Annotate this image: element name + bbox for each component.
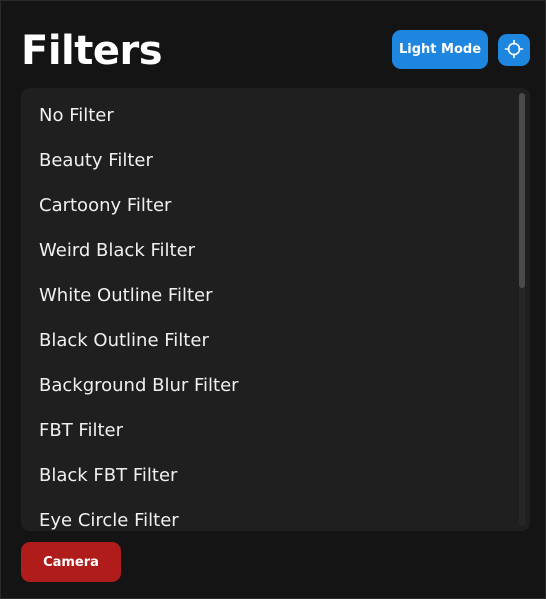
filter-list: No Filter Beauty Filter Cartoony Filter … [21, 93, 511, 531]
filter-item-weird-black[interactable]: Weird Black Filter [21, 228, 511, 273]
filter-item-white-outline[interactable]: White Outline Filter [21, 273, 511, 318]
filter-item-background-blur[interactable]: Background Blur Filter [21, 363, 511, 408]
app-window: Filters Light Mode No Filter Beauty Filt… [0, 0, 546, 599]
light-mode-button[interactable]: Light Mode [392, 30, 488, 69]
scrollbar-thumb[interactable] [519, 93, 525, 288]
filter-item-fbt[interactable]: FBT Filter [21, 408, 511, 453]
crosshair-icon [504, 39, 524, 62]
filter-item-black-fbt[interactable]: Black FBT Filter [21, 453, 511, 498]
filter-item-beauty[interactable]: Beauty Filter [21, 138, 511, 183]
scrollbar[interactable] [519, 93, 525, 526]
crosshair-button[interactable] [498, 34, 530, 66]
filter-item-black-outline[interactable]: Black Outline Filter [21, 318, 511, 363]
page-title: Filters [21, 28, 163, 74]
filter-item-eye-circle[interactable]: Eye Circle Filter [21, 498, 511, 531]
camera-button[interactable]: Camera [21, 542, 121, 582]
filter-item-cartoony[interactable]: Cartoony Filter [21, 183, 511, 228]
filter-item-no-filter[interactable]: No Filter [21, 93, 511, 138]
filter-list-panel: No Filter Beauty Filter Cartoony Filter … [21, 88, 530, 531]
